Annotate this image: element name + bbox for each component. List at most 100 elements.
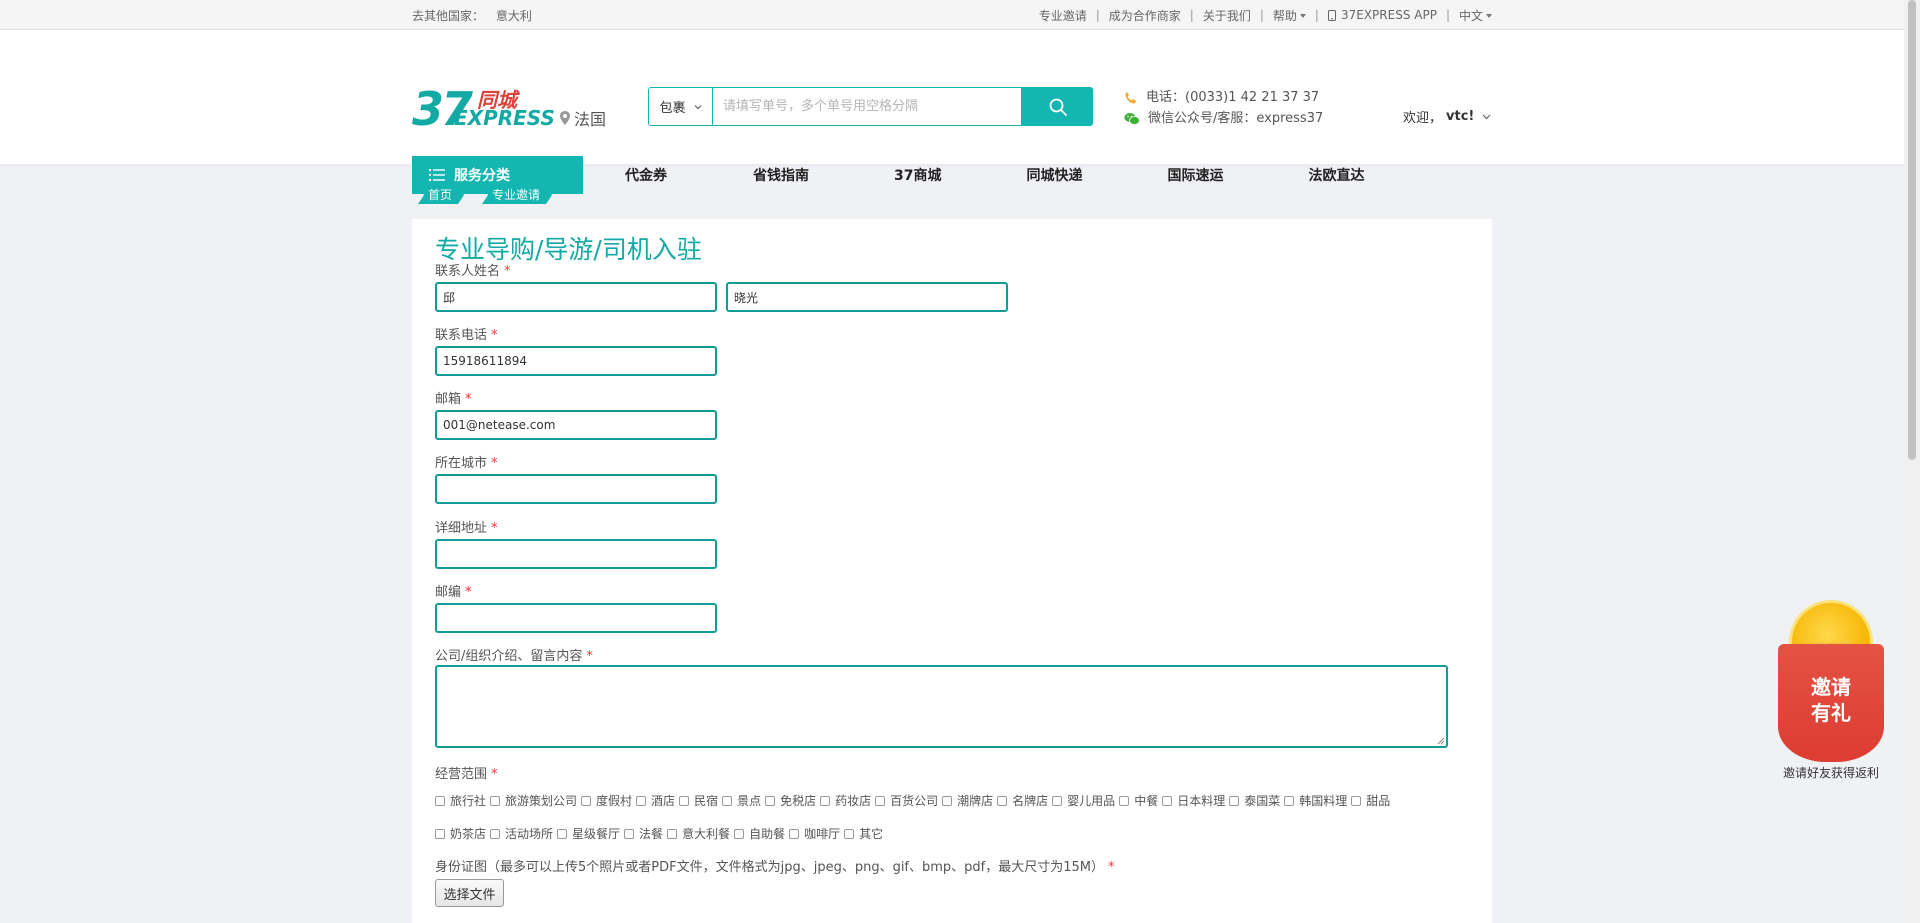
- checkbox[interactable]: [636, 796, 647, 806]
- first-name-field[interactable]: 晓光: [726, 282, 1008, 312]
- checkbox[interactable]: [844, 829, 855, 839]
- last-name-field[interactable]: 邱: [435, 282, 717, 312]
- checkbox[interactable]: [624, 829, 635, 839]
- scope-checkbox-option[interactable]: 名牌店: [997, 785, 1048, 817]
- nav-item-france-europe[interactable]: 法欧直达: [1308, 165, 1364, 185]
- scope-checkbox-option[interactable]: 意大利餐: [667, 818, 730, 850]
- checkbox[interactable]: [490, 829, 501, 839]
- scope-checkbox-option[interactable]: 百货公司: [875, 785, 938, 817]
- scrollbar-thumb[interactable]: [1908, 0, 1916, 460]
- city-field[interactable]: [435, 474, 717, 504]
- link-pro-invite[interactable]: 专业邀请: [1039, 7, 1087, 24]
- address-field[interactable]: [435, 539, 717, 569]
- required-mark: *: [1108, 860, 1115, 875]
- link-about-us[interactable]: 关于我们: [1203, 7, 1251, 24]
- promo-caption: 邀请好友获得返利: [1782, 766, 1879, 780]
- checkbox[interactable]: [1351, 796, 1362, 806]
- name-label-text: 联系人姓名: [435, 264, 501, 279]
- intro-textarea[interactable]: [435, 665, 1448, 748]
- nav-item-vouchers[interactable]: 代金券: [625, 165, 667, 185]
- scope-checkbox-option[interactable]: 法餐: [624, 818, 663, 850]
- scope-checkbox-option[interactable]: 中餐: [1119, 785, 1158, 817]
- scope-checkbox-option[interactable]: 民宿: [679, 785, 718, 817]
- scrollbar[interactable]: [1904, 0, 1920, 923]
- resize-grip-icon[interactable]: [1437, 737, 1445, 745]
- tracking-search: 包裹: [648, 87, 1093, 126]
- scope-checkbox-option[interactable]: 日本料理: [1162, 785, 1225, 817]
- scope-checkbox-option[interactable]: 旅游策划公司: [490, 785, 577, 817]
- scope-checkbox-option[interactable]: 景点: [722, 785, 761, 817]
- checkbox[interactable]: [490, 796, 501, 806]
- scope-checkbox-option[interactable]: 星级餐厅: [557, 818, 620, 850]
- scope-checkbox-option[interactable]: 泰国菜: [1229, 785, 1280, 817]
- scope-checkbox-option[interactable]: 奶茶店: [435, 818, 486, 850]
- nav-item-37-mall[interactable]: 37商城: [894, 165, 941, 185]
- checkbox[interactable]: [1119, 796, 1130, 806]
- separator: |: [1095, 8, 1100, 22]
- checkbox[interactable]: [679, 796, 690, 806]
- scope-checkbox-option[interactable]: 婴儿用品: [1052, 785, 1115, 817]
- checkbox[interactable]: [820, 796, 831, 806]
- checkbox-label: 潮牌店: [957, 794, 994, 808]
- checkbox[interactable]: [1284, 796, 1295, 806]
- checkbox[interactable]: [789, 829, 800, 839]
- email-field[interactable]: 001@netease.com: [435, 410, 717, 440]
- checkbox[interactable]: [581, 796, 592, 806]
- scope-checkbox-option[interactable]: 药妆店: [820, 785, 871, 817]
- scope-checkbox-option[interactable]: 度假村: [581, 785, 632, 817]
- checkbox[interactable]: [875, 796, 886, 806]
- checkbox[interactable]: [1229, 796, 1240, 806]
- scope-checkbox-option[interactable]: 其它: [844, 818, 883, 850]
- location[interactable]: 法国: [560, 106, 606, 130]
- checkbox[interactable]: [765, 796, 776, 806]
- checkbox[interactable]: [435, 829, 445, 839]
- logo-mark: 37 同城 EXPRESS: [412, 86, 555, 132]
- other-country-label: 去其他国家：: [412, 8, 485, 23]
- nav-item-international[interactable]: 国际速运: [1167, 165, 1223, 185]
- language-menu[interactable]: 中文: [1459, 7, 1492, 24]
- breadcrumb-home[interactable]: 首页: [418, 186, 464, 204]
- choose-file-button[interactable]: 选择文件: [435, 879, 504, 907]
- search-input[interactable]: [712, 87, 1022, 126]
- search-type-value: 包裹: [659, 101, 686, 116]
- scope-checkbox-option[interactable]: 酒店: [636, 785, 675, 817]
- scope-checkbox-option[interactable]: 旅行社: [435, 785, 486, 817]
- checkbox[interactable]: [1162, 796, 1173, 806]
- scope-checkbox-option[interactable]: 活动场所: [490, 818, 553, 850]
- scope-checkbox-option[interactable]: 韩国料理: [1284, 785, 1347, 817]
- link-become-partner[interactable]: 成为合作商家: [1109, 7, 1181, 24]
- user-menu[interactable]: 欢迎， vtc!: [1403, 107, 1491, 126]
- checkbox-label: 意大利餐: [682, 827, 731, 841]
- checkbox[interactable]: [1052, 796, 1063, 806]
- intro-label-text: 公司/组织介绍、留言内容: [435, 649, 583, 664]
- other-country-link[interactable]: 意大利: [496, 9, 532, 23]
- checkbox[interactable]: [734, 829, 745, 839]
- checkbox[interactable]: [667, 829, 678, 839]
- search-type-select[interactable]: 包裹: [648, 87, 712, 126]
- checkbox[interactable]: [722, 796, 733, 806]
- chevron-down-icon: [1482, 114, 1491, 119]
- scope-label: 经营范围 *: [435, 763, 498, 782]
- checkbox[interactable]: [557, 829, 568, 839]
- checkbox-label: 日本料理: [1177, 794, 1226, 808]
- scope-checkbox-option[interactable]: 自助餐: [734, 818, 785, 850]
- scope-checkbox-option[interactable]: 咖啡厅: [789, 818, 840, 850]
- scope-checkbox-option[interactable]: 潮牌店: [942, 785, 993, 817]
- checkbox[interactable]: [435, 796, 445, 806]
- site-logo[interactable]: 37 同城 EXPRESS 法国: [412, 86, 606, 132]
- caret-down-icon: [1299, 14, 1306, 18]
- nav-item-local-express[interactable]: 同城快递: [1026, 165, 1082, 185]
- help-menu[interactable]: 帮助: [1273, 7, 1306, 24]
- promo-line-2: 有礼: [1811, 701, 1851, 725]
- address-label: 详细地址 *: [435, 517, 498, 536]
- breadcrumb-pro-invite[interactable]: 专业邀请: [482, 186, 552, 204]
- checkbox[interactable]: [942, 796, 953, 806]
- scope-checkbox-option[interactable]: 甜品: [1351, 785, 1390, 817]
- search-button[interactable]: [1022, 87, 1093, 126]
- checkbox[interactable]: [997, 796, 1008, 806]
- phone-field[interactable]: 15918611894: [435, 346, 717, 376]
- app-link[interactable]: 37EXPRESS APP: [1327, 8, 1437, 22]
- zip-field[interactable]: [435, 603, 717, 633]
- scope-checkbox-option[interactable]: 免税店: [765, 785, 816, 817]
- nav-item-saving-guide[interactable]: 省钱指南: [753, 165, 809, 185]
